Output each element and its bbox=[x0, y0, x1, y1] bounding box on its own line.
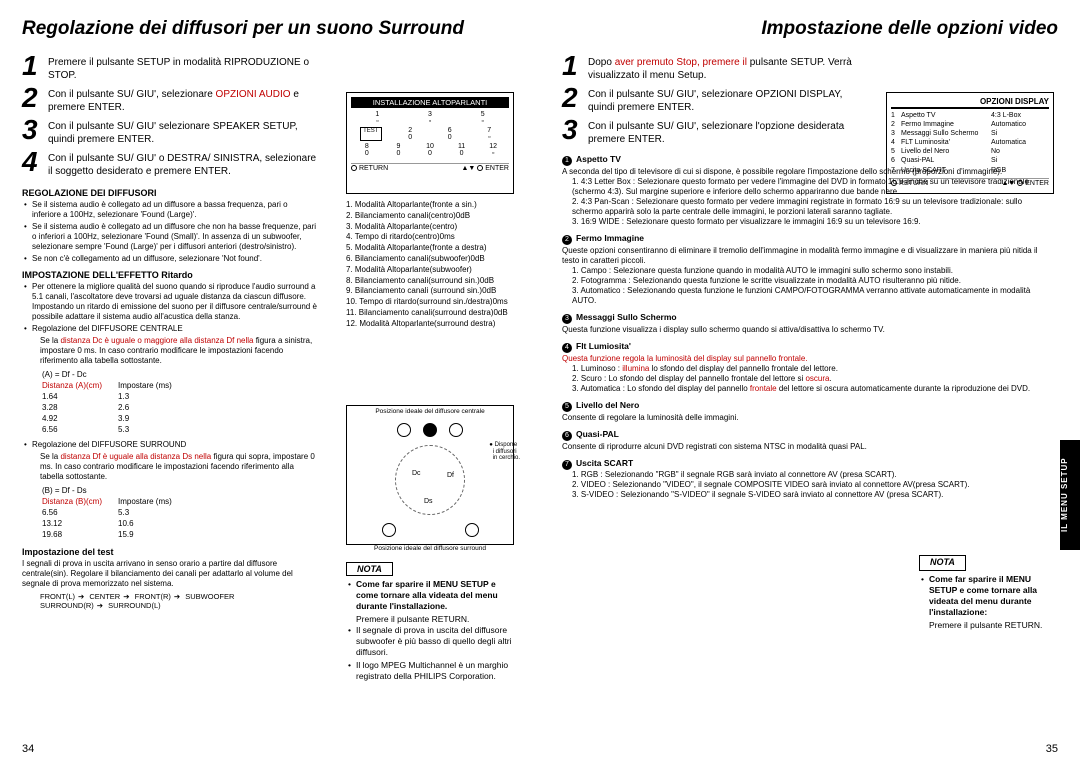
steps-right: 1Dopo aver premuto Stop, premere il puls… bbox=[562, 54, 862, 146]
sub-heading: Regolazione del DIFFUSORE CENTRALE bbox=[22, 324, 318, 334]
speaker-icon bbox=[465, 523, 479, 537]
circled-number: 3 bbox=[562, 314, 572, 324]
step-number: 2 bbox=[22, 86, 48, 114]
section-heading: IMPOSTAZIONE DELL'EFFETTO Ritardo bbox=[22, 270, 318, 280]
step-number: 2 bbox=[562, 86, 588, 114]
enter-icon bbox=[477, 165, 483, 171]
circled-number: 6 bbox=[562, 431, 572, 441]
distance-table-b: (B) = Df - Ds Distanza (B)(cm)Impostare … bbox=[40, 484, 188, 541]
sub-heading: Regolazione del DIFFUSORE SURROUND bbox=[22, 440, 318, 450]
speaker-setup-panel: INSTALLAZIONE ALTOPARLANTI 1▫3▫5▫ TEST20… bbox=[346, 92, 514, 194]
distance-table-a: (A) = Df - Dc Distanza (A)(cm)Impostare … bbox=[40, 368, 188, 436]
section-heading: REGOLAZIONE DEI DIFFUSORI bbox=[22, 188, 318, 198]
circled-number: 2 bbox=[562, 235, 572, 245]
body-text: Se la distanza Df è uguale alla distanza… bbox=[22, 452, 318, 482]
arrow-icon: ➔ bbox=[174, 592, 180, 601]
step-number: 1 bbox=[22, 54, 48, 82]
step-text: Con il pulsante SU/ GIU', selezionare OP… bbox=[48, 86, 318, 114]
bullet: Se il sistema audio è collegato ad un di… bbox=[22, 200, 318, 220]
page-number: 35 bbox=[1046, 743, 1058, 755]
speaker-icon bbox=[423, 423, 437, 437]
section-tab: IL MENU SETUP bbox=[1060, 440, 1080, 550]
page-number: 34 bbox=[22, 743, 34, 755]
nota-block-right: NOTA Come far sparire il MENU SETUP e co… bbox=[919, 555, 1054, 631]
step-number: 1 bbox=[562, 54, 588, 82]
arrow-icon: ➔ bbox=[97, 601, 103, 610]
panel-header: INSTALLAZIONE ALTOPARLANTI bbox=[351, 97, 509, 108]
enter-icon bbox=[1017, 180, 1023, 186]
signal-chain: FRONT(L)➔ CENTER➔ FRONT(R)➔ SUBWOOFER SU… bbox=[40, 592, 318, 610]
options-detail: 1Aspetto TV A seconda del tipo di televi… bbox=[562, 154, 1042, 500]
step-text: Con il pulsante SU/ GIU' selezionare SPE… bbox=[48, 118, 318, 146]
bullet: Se non c'è collegamento ad un diffusore,… bbox=[22, 254, 318, 264]
step-text: Con il pulsante SU/ GIU', selezionare l'… bbox=[588, 118, 862, 146]
body-text: I segnali di prova in uscita arrivano in… bbox=[22, 559, 318, 589]
step-text: Con il pulsante SU/ GIU' o DESTRA/ SINIS… bbox=[48, 150, 318, 178]
circled-number: 4 bbox=[562, 343, 572, 353]
return-icon bbox=[351, 165, 357, 171]
step-text: Dopo aver premuto Stop, premere il pulsa… bbox=[588, 54, 862, 82]
nota-label: NOTA bbox=[919, 555, 966, 571]
bullet: Per ottenere la migliore qualità del suo… bbox=[22, 282, 318, 322]
circled-number: 5 bbox=[562, 402, 572, 412]
modes-list: 1. Modalità Altoparlante(fronte a sin.) … bbox=[346, 200, 514, 330]
step-number: 3 bbox=[562, 118, 588, 146]
section-heading: Impostazione del test bbox=[22, 547, 318, 557]
page-title-left: Regolazione dei diffusori per un suono S… bbox=[22, 18, 518, 40]
left-page: Regolazione dei diffusori per un suono S… bbox=[0, 0, 540, 763]
speaker-diagram: Posizione ideale del diffusore centrale … bbox=[346, 405, 514, 545]
panel-header: OPZIONI DISPLAY bbox=[891, 97, 1049, 109]
step-text: Premere il pulsante SETUP in modalità RI… bbox=[48, 54, 318, 82]
bullet: Se il sistema audio è collegato ad un di… bbox=[22, 222, 318, 252]
arrow-icon: ➔ bbox=[123, 592, 129, 601]
body-text: Se la distanza Dc è uguale o maggiore al… bbox=[22, 336, 318, 366]
circled-number: 1 bbox=[562, 156, 572, 166]
steps-left: 1Premere il pulsante SETUP in modalità R… bbox=[22, 54, 318, 178]
speaker-icon bbox=[397, 423, 411, 437]
nota-label: NOTA bbox=[346, 562, 393, 576]
right-page: Impostazione delle opzioni video 1Dopo a… bbox=[540, 0, 1080, 763]
step-text: Con il pulsante SU/ GIU', selezionare OP… bbox=[588, 86, 862, 114]
speaker-icon bbox=[382, 523, 396, 537]
listener-circle: Dc Df Ds ● Disporre i diffusori in cerch… bbox=[395, 445, 465, 515]
circled-number: 7 bbox=[562, 460, 572, 470]
page-title-right: Impostazione delle opzioni video bbox=[562, 18, 1058, 40]
step-number: 3 bbox=[22, 118, 48, 146]
arrow-icon: ➔ bbox=[78, 592, 84, 601]
display-options-panel: OPZIONI DISPLAY 1Aspetto TV4:3 L-Box 2Fe… bbox=[886, 92, 1054, 194]
speaker-icon bbox=[449, 423, 463, 437]
nota-block-left: NOTA Come far sparire il MENU SETUP e co… bbox=[346, 562, 514, 684]
return-icon bbox=[891, 180, 897, 186]
step-number: 4 bbox=[22, 150, 48, 178]
